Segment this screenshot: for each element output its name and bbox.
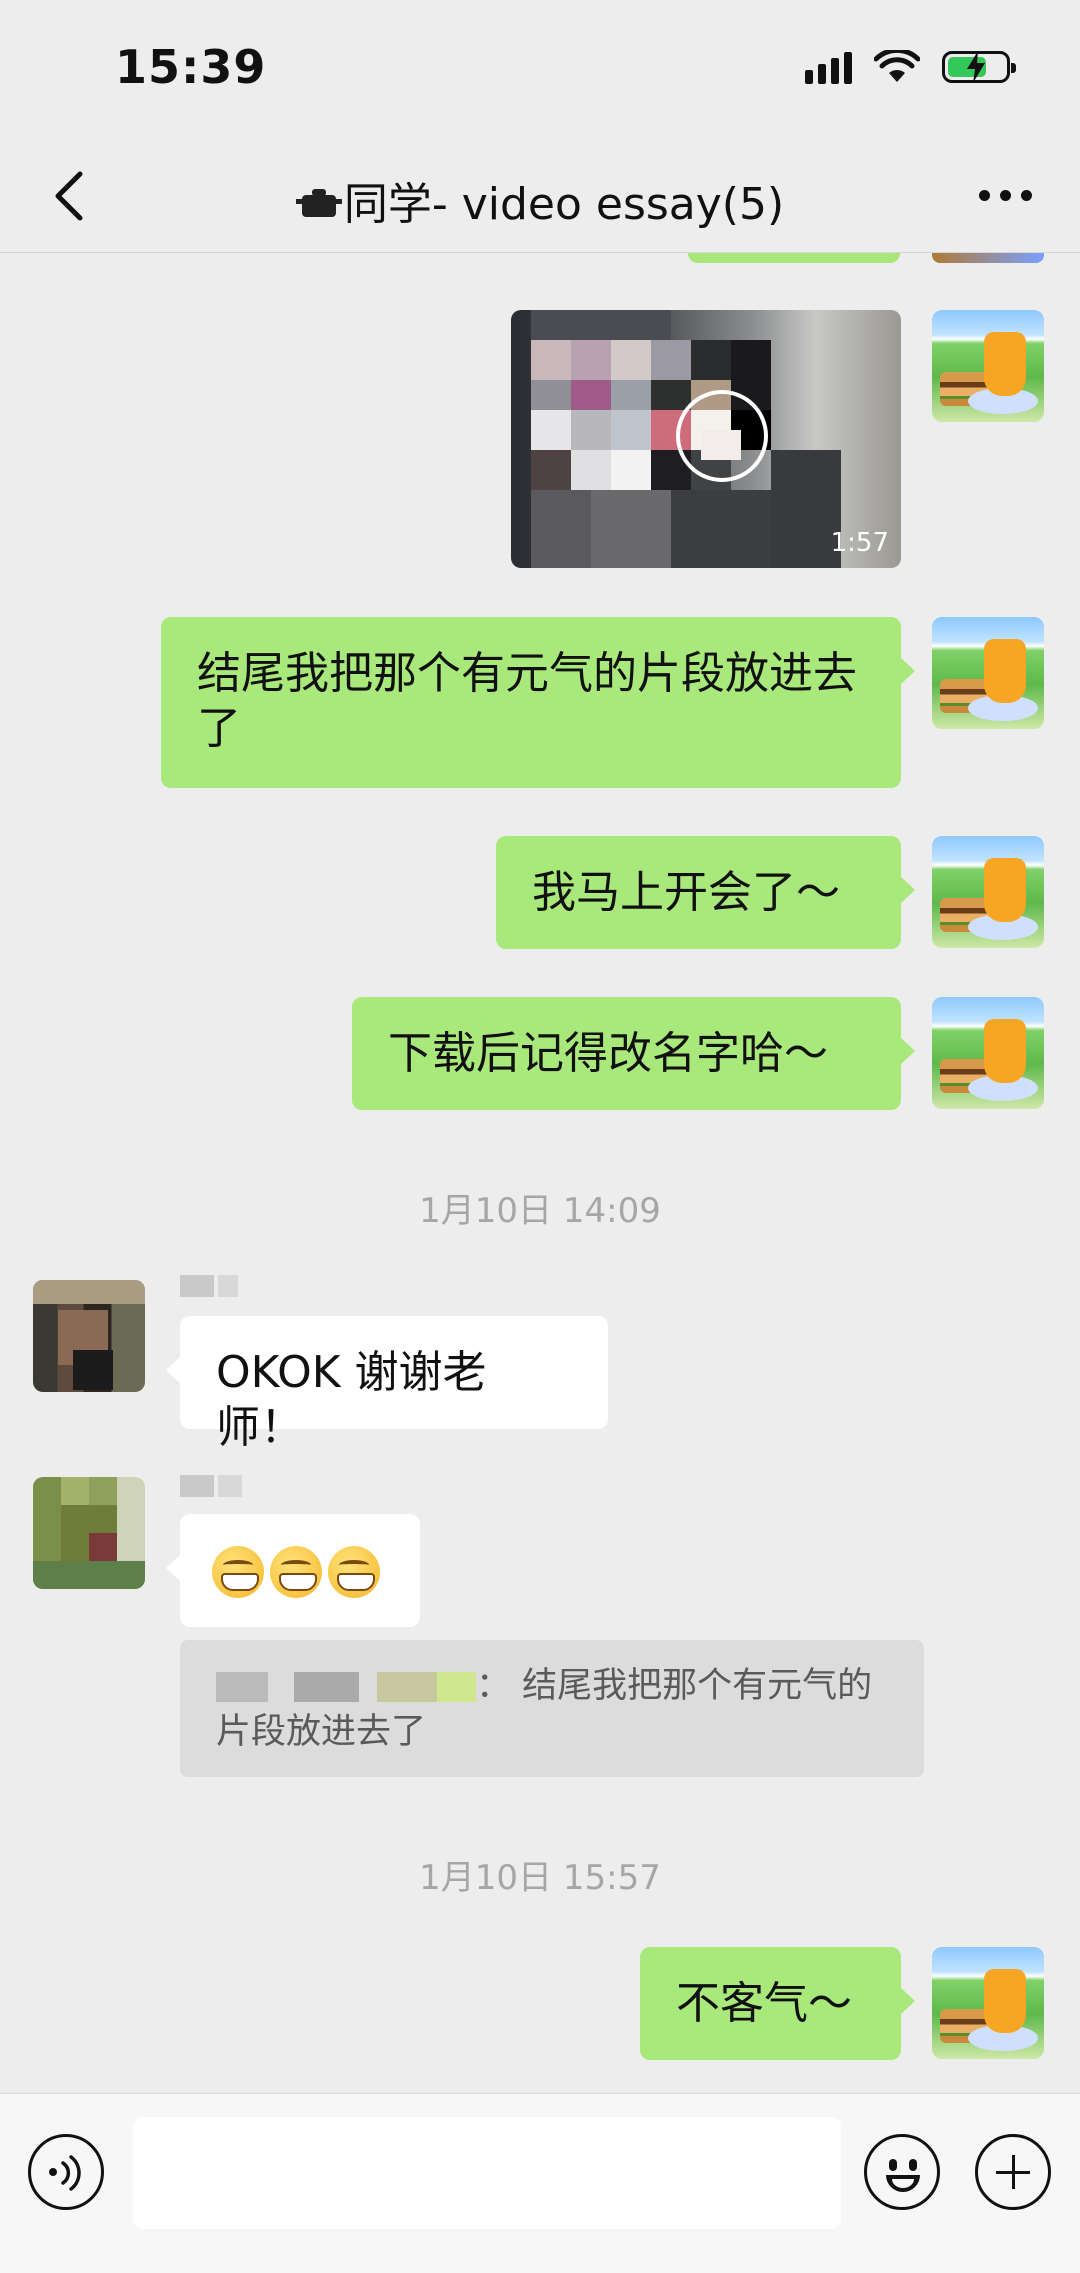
avatar-me[interactable] <box>932 1947 1044 2059</box>
battery-charging-icon <box>942 51 1016 83</box>
message-bubble-member[interactable]: OKOK 谢谢老师！ <box>166 1316 608 1453</box>
voice-icon[interactable] <box>28 2134 104 2210</box>
status-icons <box>805 50 1016 84</box>
play-icon[interactable] <box>676 390 768 482</box>
message-bubble-emoji[interactable] <box>166 1514 420 1627</box>
emoji-icon[interactable] <box>864 2134 940 2210</box>
previous-avatar-edge <box>932 253 1044 263</box>
message-bubble-me[interactable]: 我马上开会了～ <box>496 836 915 949</box>
message-bubble-me[interactable]: 结尾我把那个有元气的片段放进去了 <box>161 617 915 788</box>
timestamp: 1月10日 14:09 <box>419 1191 661 1231</box>
page-title: 同学- video essay(5) <box>0 168 1080 232</box>
status-time: 15:39 <box>115 40 267 94</box>
message-bubble-me[interactable]: 下载后记得改名字哈～ <box>352 997 915 1110</box>
signal-icon <box>805 50 852 84</box>
video-message[interactable]: 1:57 <box>511 310 901 568</box>
previous-message-edge <box>688 253 900 263</box>
grinning-face-icon <box>328 1546 380 1598</box>
input-bar <box>0 2093 1080 2273</box>
avatar-member[interactable] <box>33 1280 145 1392</box>
avatar-me[interactable] <box>932 617 1044 729</box>
avatar-me[interactable] <box>932 310 1044 422</box>
timestamp: 1月10日 15:57 <box>419 1858 661 1898</box>
message-input[interactable] <box>133 2117 841 2229</box>
avatar-member[interactable] <box>33 1477 145 1589</box>
avatar-me[interactable] <box>932 997 1044 1109</box>
grinning-face-icon <box>270 1546 322 1598</box>
sender-name-redacted <box>180 1275 242 1297</box>
wifi-icon <box>874 50 920 82</box>
avatar-me[interactable] <box>932 836 1044 948</box>
pot-icon <box>295 189 342 217</box>
chat-area[interactable]: 1:57 结尾我把那个有元气的片段放进去了 我马上开会了～ 下载后记得改名字哈～… <box>0 253 1080 2093</box>
quoted-message[interactable]: ： 结尾我把那个有元气的片段放进去了 <box>180 1640 924 1777</box>
chat-title: 同学- video essay(5) <box>343 179 785 230</box>
video-duration: 1:57 <box>830 528 889 558</box>
quoted-sender-redacted <box>216 1672 476 1702</box>
nav-bar: 同学- video essay(5) <box>0 140 1080 253</box>
sender-name-redacted <box>180 1475 246 1497</box>
status-bar: 15:39 <box>0 0 1080 140</box>
more-icon[interactable] <box>970 170 1040 220</box>
grinning-face-icon <box>212 1546 264 1598</box>
plus-icon[interactable] <box>975 2134 1051 2210</box>
message-bubble-me[interactable]: 不客气～ <box>640 1947 915 2060</box>
